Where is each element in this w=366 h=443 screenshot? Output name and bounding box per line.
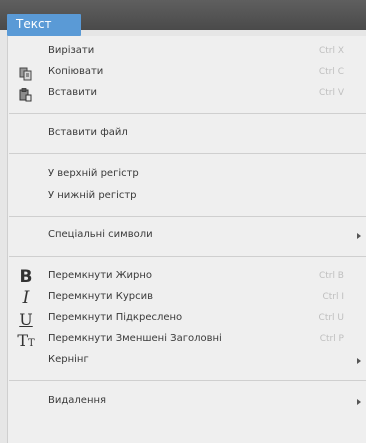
menu-item-kerning[interactable]: Кернінг xyxy=(8,351,366,371)
menu-item-paste-file[interactable]: Вставити файл xyxy=(8,124,366,144)
menu-item-paste[interactable]: Вставити Ctrl V xyxy=(8,84,366,104)
menu-item-cut[interactable]: Вирізати Ctrl X xyxy=(8,42,366,62)
shortcut-label: Ctrl V xyxy=(318,88,344,98)
menu-separator xyxy=(9,113,366,114)
menu-item-label: Видалення xyxy=(48,395,107,406)
shortcut-label: Ctrl C xyxy=(318,67,344,77)
menu-item-label: У нижній регістр xyxy=(48,190,137,201)
menu-item-label: Перемкнути Зменшені Заголовні xyxy=(48,333,222,344)
menu-item-label: Спеціальні символи xyxy=(48,229,153,240)
submenu-arrow-icon xyxy=(357,233,361,239)
bold-icon: B xyxy=(19,267,33,287)
menu-item-label: Кернінг xyxy=(48,354,89,365)
small-caps-icon: TT xyxy=(17,330,35,350)
menu-item-label: Перемкнути Курсив xyxy=(48,291,153,302)
menu-item-label: Копіювати xyxy=(48,66,104,77)
shortcut-label: Ctrl I xyxy=(322,292,344,302)
menu-item-toggle-italic[interactable]: I Перемкнути Курсив Ctrl I xyxy=(8,288,366,308)
shortcut-label: Ctrl U xyxy=(318,313,344,323)
menu-item-label: Перемкнути Жирно xyxy=(48,270,152,281)
shortcut-label: Ctrl X xyxy=(318,46,344,56)
menu-item-copy[interactable]: Копіювати Ctrl C xyxy=(8,63,366,83)
menu-item-label: Вставити xyxy=(48,87,98,98)
menu-item-toggle-underline[interactable]: U Перемкнути Підкреслено Ctrl U xyxy=(8,309,366,329)
menubar: Текст xyxy=(0,0,366,36)
menu-separator xyxy=(9,256,366,257)
menu-separator xyxy=(9,216,366,217)
menu-item-label: Перемкнути Підкреслено xyxy=(48,312,183,323)
menu-item-lowercase[interactable]: У нижній регістр xyxy=(8,187,366,207)
menu-item-label: У верхній регістр xyxy=(48,168,139,179)
menu-item-label: Вставити файл xyxy=(48,127,128,138)
menu-tekst[interactable]: Текст xyxy=(7,14,81,36)
menu-item-toggle-bold[interactable]: B Перемкнути Жирно Ctrl B xyxy=(8,267,366,287)
shortcut-label: Ctrl B xyxy=(318,271,344,281)
menu-separator xyxy=(9,380,366,381)
submenu-arrow-icon xyxy=(357,358,361,364)
menu-item-uppercase[interactable]: У верхній регістр xyxy=(8,165,366,185)
italic-icon: I xyxy=(22,288,30,308)
paste-icon xyxy=(16,86,36,103)
copy-icon xyxy=(16,65,36,82)
text-dropdown-menu: Вирізати Ctrl X Копіювати Ctrl C Вставит… xyxy=(7,36,366,443)
menu-item-label: Вирізати xyxy=(48,45,95,56)
submenu-arrow-icon xyxy=(357,399,361,405)
menu-separator xyxy=(9,153,366,154)
shortcut-label: Ctrl P xyxy=(319,334,344,344)
menu-item-delete[interactable]: Видалення xyxy=(8,392,366,412)
menu-item-special-characters[interactable]: Спеціальні символи xyxy=(8,226,366,246)
underline-icon: U xyxy=(19,309,33,329)
menu-item-toggle-small-caps[interactable]: TT Перемкнути Зменшені Заголовні Ctrl P xyxy=(8,330,366,350)
